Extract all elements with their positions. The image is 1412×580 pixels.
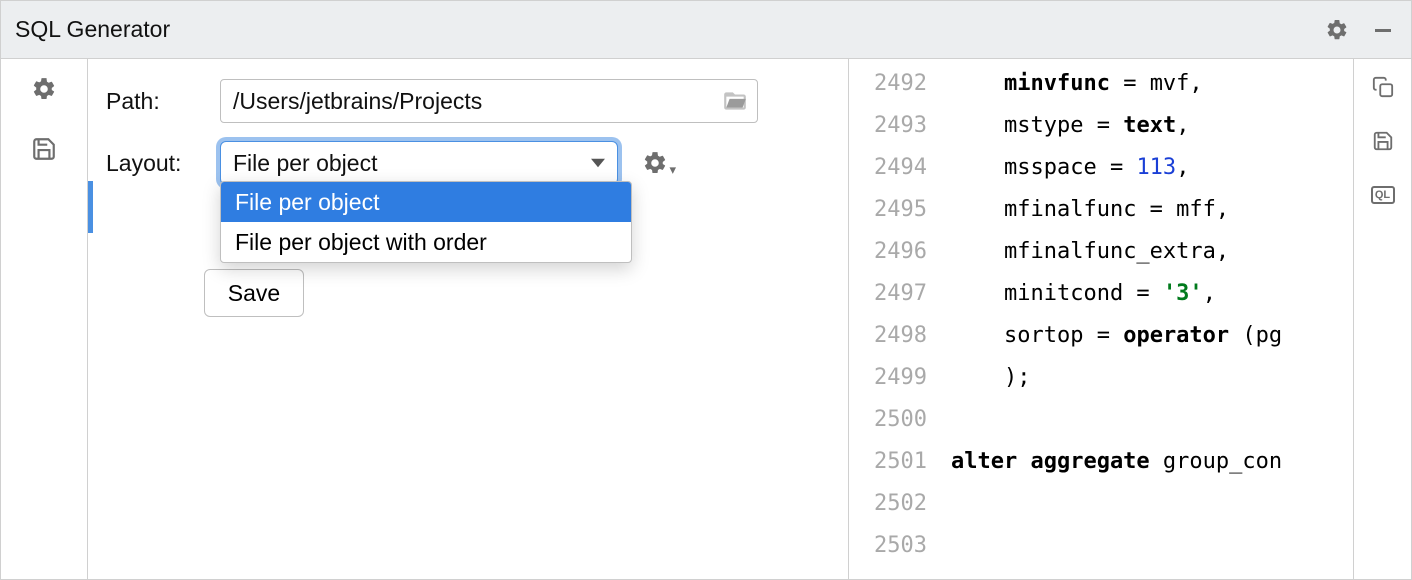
- path-input[interactable]: [220, 79, 758, 123]
- folder-open-icon[interactable]: [722, 88, 748, 114]
- code-line: minvfunc = mvf,: [951, 63, 1353, 105]
- ql-console-icon[interactable]: QL: [1369, 181, 1397, 209]
- left-sidebar: [1, 59, 88, 579]
- save-icon[interactable]: [1369, 127, 1397, 155]
- gutter: 2492249324942495249624972498249925002501…: [849, 59, 941, 579]
- code-line: minitcond = '3',: [951, 273, 1353, 315]
- gear-icon[interactable]: [1323, 16, 1351, 44]
- layout-settings-icon[interactable]: ▾: [642, 150, 668, 176]
- line-number: 2503: [849, 525, 927, 567]
- code-line: sortop = operator (pg: [951, 315, 1353, 357]
- layout-label: Layout:: [106, 150, 220, 177]
- line-number: 2495: [849, 189, 927, 231]
- code-line: alter aggregate group_con: [951, 441, 1353, 483]
- editor-pane: 2492249324942495249624972498249925002501…: [848, 59, 1411, 579]
- line-number: 2493: [849, 105, 927, 147]
- code-line: );: [951, 357, 1353, 399]
- save-button[interactable]: Save: [204, 269, 304, 317]
- window-title: SQL Generator: [15, 16, 170, 43]
- line-number: 2502: [849, 483, 927, 525]
- code-line: mstype = text,: [951, 105, 1353, 147]
- right-sidebar: QL: [1353, 59, 1411, 579]
- dropdown-item[interactable]: File per object: [221, 182, 631, 222]
- line-number: 2496: [849, 231, 927, 273]
- dropdown-item[interactable]: File per object with order: [221, 222, 631, 262]
- line-number: 2497: [849, 273, 927, 315]
- code-line: [951, 525, 1353, 567]
- code-line: [951, 399, 1353, 441]
- gear-icon[interactable]: [28, 73, 60, 105]
- line-number: 2500: [849, 399, 927, 441]
- copy-icon[interactable]: [1369, 73, 1397, 101]
- code-line: mfinalfunc_extra,: [951, 231, 1353, 273]
- save-icon[interactable]: [28, 133, 60, 165]
- chevron-down-icon: [591, 156, 605, 170]
- save-button-label: Save: [228, 280, 280, 307]
- path-label: Path:: [106, 88, 220, 115]
- line-number: 2492: [849, 63, 927, 105]
- line-number: 2494: [849, 147, 927, 189]
- code-line: mfinalfunc = mff,: [951, 189, 1353, 231]
- line-number: 2501: [849, 441, 927, 483]
- line-number: 2499: [849, 357, 927, 399]
- titlebar: SQL Generator: [1, 1, 1411, 59]
- code-line: [951, 483, 1353, 525]
- layout-dropdown: File per objectFile per object with orde…: [220, 181, 632, 263]
- form-pane: Path: Layout: File per object ▾: [88, 59, 848, 579]
- layout-combo-value: File per object: [233, 150, 377, 177]
- minimize-icon[interactable]: [1369, 16, 1397, 44]
- layout-combo[interactable]: File per object: [220, 141, 618, 185]
- code-line: msspace = 113,: [951, 147, 1353, 189]
- modified-indicator: [88, 181, 93, 233]
- code-area[interactable]: minvfunc = mvf, mstype = text, msspace =…: [941, 59, 1353, 579]
- line-number: 2498: [849, 315, 927, 357]
